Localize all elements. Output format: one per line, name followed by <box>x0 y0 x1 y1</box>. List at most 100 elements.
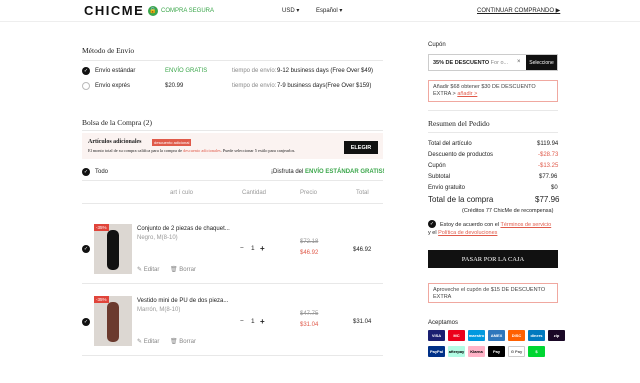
divider <box>428 132 558 133</box>
currency-select[interactable]: USD ▾ <box>282 7 299 14</box>
price: $46.92 <box>300 250 319 256</box>
promo-title: Artículos adicionales <box>88 139 142 145</box>
order-total-label: Total de la compra <box>428 195 494 204</box>
qty-value[interactable]: 1 <box>251 318 255 325</box>
order-total-value: $77.96 <box>535 195 560 204</box>
price: $31.04 <box>300 322 319 328</box>
add-more-link[interactable]: añadir > <box>457 91 477 97</box>
top-bar: CHICME 🔒 COMPRA SEGURA USD ▾ Español ▾ C… <box>0 0 640 22</box>
line-total: $46.92 <box>353 247 372 253</box>
klarna-icon: Klarna <box>468 346 485 357</box>
coupon-value-rest: For o... <box>489 60 509 66</box>
coupon-notice-text: Añadir $68 obtener $30 DE DESCUENTO EXTR… <box>433 84 536 97</box>
shipping-option-name: Envío exprés <box>95 83 131 89</box>
zip-icon: zip <box>548 330 565 341</box>
qty-decrease-button[interactable]: − <box>240 245 244 252</box>
delete-link[interactable]: 🗑 Borrar <box>170 338 196 345</box>
qty-increase-button[interactable]: + <box>260 244 265 253</box>
product-image <box>107 230 119 270</box>
credits-note: (Créditos 77 ChicMe de recompensa) <box>462 208 554 214</box>
summary-value: $77.96 <box>539 174 558 180</box>
maestro-icon: maestro <box>468 330 485 341</box>
discount-tag: -35% <box>94 224 109 231</box>
shipping-time-label: tiempo de envío: <box>232 83 277 89</box>
clear-coupon-icon[interactable]: × <box>517 59 521 65</box>
summary-value: $0 <box>551 185 558 191</box>
edit-link[interactable]: ✎ Editar <box>137 266 159 273</box>
continue-shopping-link[interactable]: CONTINUAR COMPRANDO ▶ <box>477 7 560 14</box>
divider <box>82 203 383 204</box>
trash-icon: 🗑 <box>170 267 180 273</box>
product-thumbnail[interactable]: -35% <box>94 224 132 274</box>
product-name[interactable]: Conjunto de 2 piezas de chaquet... <box>137 226 230 232</box>
terms-checkbox[interactable]: ✓ <box>428 220 436 228</box>
edit-link[interactable]: ✎ Editar <box>137 338 159 345</box>
checkout-button[interactable]: PASAR POR LA CAJA <box>428 250 558 268</box>
summary-label: Total del artículo <box>428 141 472 147</box>
promo-text: El monto total de su compra califica par… <box>88 148 295 153</box>
bottom-coupon-notice: Aproveche el cupón de $15 DE DESCUENTO E… <box>428 283 558 303</box>
terms-of-service-link[interactable]: Términos de servicio <box>500 222 551 228</box>
edit-icon: ✎ <box>137 339 144 345</box>
edit-label: Editar <box>143 267 160 273</box>
shipping-option-price: $20.99 <box>165 83 184 89</box>
return-policy-link[interactable]: Política de devoluciones <box>438 230 497 236</box>
select-all-checkbox[interactable]: ✓ <box>82 168 90 176</box>
secure-label: COMPRA SEGURA <box>161 7 215 14</box>
shipping-title: Método de Envío <box>82 46 135 55</box>
summary-label: Envío gratuito <box>428 185 466 191</box>
lock-icon: 🔒 <box>148 5 158 16</box>
free-shipping-message: ¡Disfruta del ENVÍO ESTÁNDAR GRATIS! <box>271 169 385 175</box>
terms-text-b: y el <box>428 230 439 236</box>
summary-value: -$13.25 <box>538 163 559 169</box>
discover-icon: DISC <box>508 330 525 341</box>
promo-banner <box>82 133 383 159</box>
terms-text-a: Estoy de acuerdo con el <box>440 222 501 228</box>
language-select[interactable]: Español ▾ <box>316 7 342 14</box>
promo-text-a: El monto total de su compra califica par… <box>88 148 184 153</box>
google-pay-icon: G Pay <box>508 346 525 357</box>
promo-link[interactable]: descuento adicionales <box>183 148 221 153</box>
coupon-title: Cupón <box>428 42 446 48</box>
divider <box>82 355 383 356</box>
edit-icon: ✎ <box>137 267 144 273</box>
free-ship-a: ¡Disfruta del <box>271 169 306 175</box>
coupon-field[interactable]: 35% DE DESCUENTO For o... × Seleccione <box>428 54 558 71</box>
summary-title: Resumen del Pedido <box>428 119 490 128</box>
item-checkbox[interactable]: ✓ <box>82 318 90 326</box>
free-ship-b: ENVÍO ESTÁNDAR GRATIS! <box>305 169 385 175</box>
product-image <box>107 302 119 342</box>
summary-value: -$28.73 <box>538 152 559 158</box>
divider <box>82 60 383 61</box>
radio-standard-shipping[interactable]: ✓ <box>82 67 90 75</box>
shipping-time: 9-12 business days (Free Over $49) <box>277 68 374 74</box>
qty-increase-button[interactable]: + <box>260 317 265 326</box>
summary-label: Cupón <box>428 163 446 169</box>
summary-label: Subtotal <box>428 174 451 180</box>
trash-icon: 🗑 <box>170 339 180 345</box>
old-price: $47.75 <box>300 311 319 317</box>
promo-badge: descuento adicional <box>152 139 192 146</box>
summary-label: Descuento de productos <box>428 152 494 158</box>
col-header-item: art í culo <box>170 190 194 196</box>
summary-value: $119.94 <box>537 141 559 147</box>
coupon-notice: Añadir $68 obtener $30 DE DESCUENTO EXTR… <box>428 80 558 102</box>
delete-label: Borrar <box>179 339 196 345</box>
product-thumbnail[interactable]: -35% <box>94 296 132 346</box>
amex-icon: AMEX <box>488 330 505 341</box>
cash-app-icon: $ <box>528 346 545 357</box>
promo-text-b: . Puede seleccionar 5 estilo para canjea… <box>220 148 296 153</box>
divider <box>82 180 383 181</box>
choose-button[interactable]: ELEGIR <box>344 141 378 154</box>
qty-decrease-button[interactable]: − <box>240 318 244 325</box>
radio-express-shipping[interactable] <box>82 82 90 90</box>
select-coupon-button[interactable]: Seleccione <box>526 55 557 70</box>
qty-value[interactable]: 1 <box>251 245 255 252</box>
accepted-payments-label: Aceptamos <box>428 320 459 326</box>
item-checkbox[interactable]: ✓ <box>82 245 90 253</box>
delete-link[interactable]: 🗑 Borrar <box>170 266 196 273</box>
logo[interactable]: CHICME <box>84 3 144 18</box>
payment-icons-row-1: VISA MC maestro AMEX DISC diners zip <box>428 330 565 341</box>
paypal-icon: PayPal <box>428 346 445 357</box>
product-name[interactable]: Vestido mini de PU de dos pieza... <box>137 298 228 304</box>
